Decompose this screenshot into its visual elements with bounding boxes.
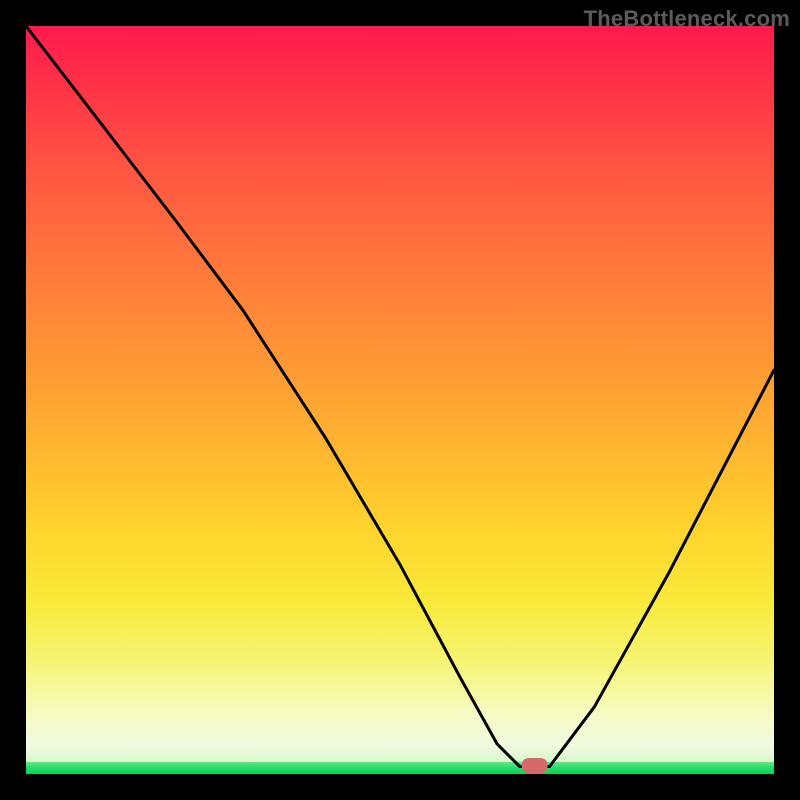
gradient-background [26, 26, 774, 774]
plot-area [26, 26, 774, 774]
bottom-green-band [26, 762, 774, 774]
outer-frame: TheBottleneck.com [0, 0, 800, 800]
